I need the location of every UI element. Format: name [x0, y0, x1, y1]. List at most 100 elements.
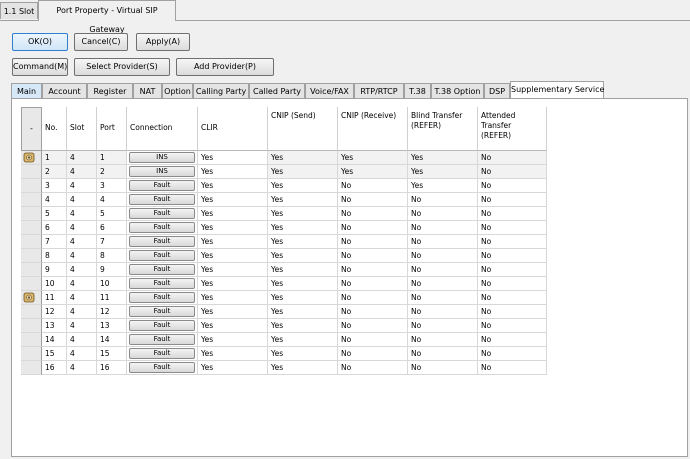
clir-cell[interactable]: Yes [198, 235, 268, 249]
cnip-recv-cell[interactable]: No [338, 221, 408, 235]
cnip-recv-cell[interactable]: No [338, 277, 408, 291]
no-cell[interactable]: 1 [42, 151, 67, 165]
row-header[interactable] [21, 277, 42, 291]
cnip-send-cell[interactable]: Yes [268, 347, 338, 361]
row-header[interactable] [21, 305, 42, 319]
port-cell[interactable]: 10 [97, 277, 127, 291]
connection-button[interactable]: Fault [129, 362, 195, 373]
row-header[interactable] [21, 179, 42, 193]
clir-cell[interactable]: Yes [198, 151, 268, 165]
port-cell[interactable]: 4 [97, 193, 127, 207]
no-cell[interactable]: 5 [42, 207, 67, 221]
slot-cell[interactable]: 4 [67, 291, 97, 305]
cnip-recv-cell[interactable]: No [338, 263, 408, 277]
blind-cell[interactable]: No [408, 333, 478, 347]
no-cell[interactable]: 9 [42, 263, 67, 277]
tab-voice-fax[interactable]: Voice/FAX [305, 83, 354, 99]
column-header-cnip-recv[interactable]: CNIP (Receive) [338, 107, 408, 151]
table-row[interactable]: 8 4 8 Fault Yes Yes No No No [21, 249, 547, 263]
tab-port-property[interactable]: Port Property - Virtual SIP Gateway [38, 0, 176, 34]
connection-button[interactable]: Fault [129, 306, 195, 317]
connection-button[interactable]: Fault [129, 264, 195, 275]
port-cell[interactable]: 15 [97, 347, 127, 361]
table-row[interactable]: 6 4 6 Fault Yes Yes No No No [21, 221, 547, 235]
slot-cell[interactable]: 4 [67, 165, 97, 179]
cnip-recv-cell[interactable]: No [338, 319, 408, 333]
port-cell[interactable]: 2 [97, 165, 127, 179]
no-cell[interactable]: 7 [42, 235, 67, 249]
tab-nat[interactable]: NAT [133, 83, 162, 99]
connection-button[interactable]: Fault [129, 250, 195, 261]
attended-cell[interactable]: No [478, 305, 547, 319]
table-row[interactable]: 11 4 11 Fault Yes Yes No No No [21, 291, 547, 305]
tab-option[interactable]: Option [162, 83, 193, 99]
tab-main[interactable]: Main [11, 83, 42, 99]
port-cell[interactable]: 8 [97, 249, 127, 263]
row-header[interactable] [21, 193, 42, 207]
cnip-send-cell[interactable]: Yes [268, 193, 338, 207]
connection-button[interactable]: Fault [129, 292, 195, 303]
slot-cell[interactable]: 4 [67, 361, 97, 375]
select-provider-button[interactable]: Select Provider(S) [74, 58, 170, 76]
cnip-send-cell[interactable]: Yes [268, 235, 338, 249]
attended-cell[interactable]: No [478, 319, 547, 333]
column-header-no[interactable]: No. [42, 107, 67, 151]
cnip-recv-cell[interactable]: No [338, 361, 408, 375]
cnip-send-cell[interactable]: Yes [268, 165, 338, 179]
connection-button[interactable]: Fault [129, 334, 195, 345]
column-header-attended[interactable]: Attended Transfer (REFER) [478, 107, 547, 151]
port-cell[interactable]: 12 [97, 305, 127, 319]
row-header[interactable] [21, 263, 42, 277]
blind-cell[interactable]: No [408, 207, 478, 221]
slot-cell[interactable]: 4 [67, 333, 97, 347]
attended-cell[interactable]: No [478, 249, 547, 263]
cnip-recv-cell[interactable]: Yes [338, 165, 408, 179]
clir-cell[interactable]: Yes [198, 221, 268, 235]
slot-cell[interactable]: 4 [67, 207, 97, 221]
cnip-recv-cell[interactable]: No [338, 179, 408, 193]
no-cell[interactable]: 14 [42, 333, 67, 347]
cnip-recv-cell[interactable]: No [338, 235, 408, 249]
connection-button[interactable]: Fault [129, 180, 195, 191]
row-header[interactable] [21, 333, 42, 347]
clir-cell[interactable]: Yes [198, 193, 268, 207]
tab-slot[interactable]: 1.1 Slot [0, 2, 38, 19]
attended-cell[interactable]: No [478, 193, 547, 207]
blind-cell[interactable]: No [408, 291, 478, 305]
connection-button[interactable]: Fault [129, 222, 195, 233]
tab-rtp-rtcp[interactable]: RTP/RTCP [354, 83, 404, 99]
blind-cell[interactable]: No [408, 305, 478, 319]
connection-button[interactable]: Fault [129, 236, 195, 247]
clir-cell[interactable]: Yes [198, 165, 268, 179]
blind-cell[interactable]: Yes [408, 151, 478, 165]
row-header[interactable] [21, 151, 42, 165]
slot-cell[interactable]: 4 [67, 235, 97, 249]
blind-cell[interactable]: No [408, 193, 478, 207]
attended-cell[interactable]: No [478, 235, 547, 249]
attended-cell[interactable]: No [478, 333, 547, 347]
no-cell[interactable]: 10 [42, 277, 67, 291]
cancel-button[interactable]: Cancel(C) [74, 33, 128, 51]
no-cell[interactable]: 2 [42, 165, 67, 179]
table-row[interactable]: 10 4 10 Fault Yes Yes No No No [21, 277, 547, 291]
tab-calling-party[interactable]: Calling Party [193, 83, 249, 99]
connection-button[interactable]: Fault [129, 208, 195, 219]
blind-cell[interactable]: No [408, 361, 478, 375]
port-cell[interactable]: 1 [97, 151, 127, 165]
clir-cell[interactable]: Yes [198, 319, 268, 333]
table-row[interactable]: 7 4 7 Fault Yes Yes No No No [21, 235, 547, 249]
blind-cell[interactable]: No [408, 263, 478, 277]
cnip-send-cell[interactable]: Yes [268, 249, 338, 263]
cnip-recv-cell[interactable]: No [338, 249, 408, 263]
ok-button[interactable]: OK(O) [12, 33, 68, 51]
tab-called-party[interactable]: Called Party [249, 83, 305, 99]
clir-cell[interactable]: Yes [198, 291, 268, 305]
cnip-recv-cell[interactable]: No [338, 347, 408, 361]
clir-cell[interactable]: Yes [198, 179, 268, 193]
blind-cell[interactable]: No [408, 277, 478, 291]
attended-cell[interactable]: No [478, 277, 547, 291]
cnip-send-cell[interactable]: Yes [268, 305, 338, 319]
cnip-send-cell[interactable]: Yes [268, 221, 338, 235]
slot-cell[interactable]: 4 [67, 221, 97, 235]
connection-button[interactable]: INS [129, 166, 195, 177]
